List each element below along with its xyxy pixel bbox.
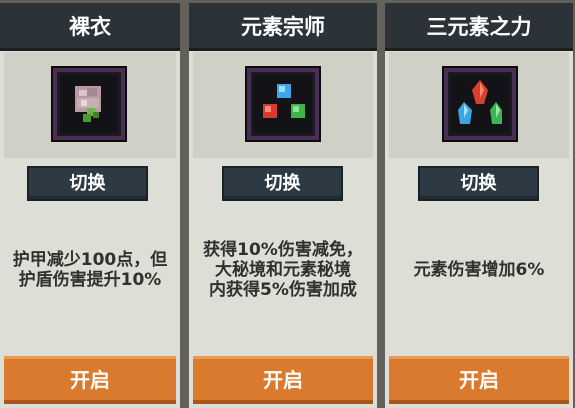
talent-card-triple-element: 三元素之力 切换 元素伤害增加6% 开启 xyxy=(385,3,573,408)
switch-button[interactable]: 切换 xyxy=(27,166,148,201)
card-description: 护甲减少100点，但 护盾伤害提升10% xyxy=(12,250,168,290)
element-master-icon xyxy=(247,68,319,140)
switch-button[interactable]: 切换 xyxy=(418,166,539,201)
switch-button[interactable]: 切换 xyxy=(222,166,343,201)
talent-card-element-master: 元素宗师 切换 获得10%伤害减免， 大秘境和元素秘境 内获得5%伤害加成 开启 xyxy=(189,3,377,408)
open-button[interactable]: 开启 xyxy=(389,356,569,404)
card-description: 获得10%伤害减免， 大秘境和元素秘境 内获得5%伤害加成 xyxy=(203,240,363,300)
open-button[interactable]: 开启 xyxy=(193,356,373,404)
card-title: 裸衣 xyxy=(0,3,180,51)
card-title: 元素宗师 xyxy=(189,3,377,51)
card-title: 三元素之力 xyxy=(385,3,573,51)
naked-robe-icon xyxy=(53,68,125,140)
talent-card-naked-robe: 裸衣 切换 护甲减少100点，但 护盾伤害提升10% 开启 xyxy=(0,3,180,408)
card-description: 元素伤害增加6% xyxy=(413,260,545,280)
triple-element-icon xyxy=(444,68,516,140)
open-button[interactable]: 开启 xyxy=(4,356,176,404)
